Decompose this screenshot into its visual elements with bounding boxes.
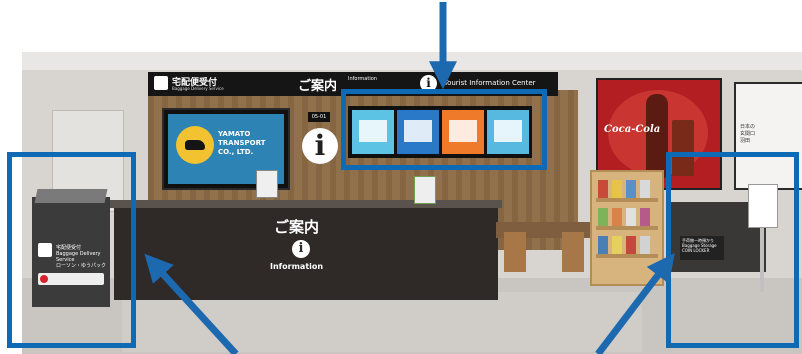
- bottle-icon: [646, 94, 668, 178]
- brochure: [612, 208, 622, 226]
- right-lightbox-text: 日本の 玄関口 羽田: [740, 124, 756, 144]
- yamato-text: YAMATO TRANSPORT CO., LTD.: [218, 130, 266, 156]
- counter-subtitle: Information: [270, 262, 324, 271]
- highlight-right-counter: [666, 152, 799, 348]
- shelf-row: [596, 254, 658, 258]
- shelf-row: [596, 226, 658, 230]
- brochure: [626, 236, 636, 254]
- counter-information-icon: i: [292, 240, 310, 258]
- brochure: [640, 208, 650, 226]
- desk-monitor: [256, 170, 278, 198]
- shelf-row: [596, 198, 658, 202]
- floor-reflection: [122, 292, 642, 352]
- brochure: [598, 208, 608, 226]
- brochure-shelf: [590, 170, 664, 286]
- brochure: [626, 208, 636, 226]
- brochure: [640, 180, 650, 198]
- chair: [562, 232, 584, 272]
- counter-top: [110, 200, 502, 208]
- brochure: [626, 180, 636, 198]
- brochure: [598, 236, 608, 254]
- large-information-icon: i: [302, 128, 338, 164]
- brochure: [640, 236, 650, 254]
- highlight-digital-screens: [341, 89, 547, 170]
- brochure: [612, 180, 622, 198]
- chair: [504, 232, 526, 272]
- cat-logo-icon: [176, 126, 214, 164]
- counter-number-sign: 05-01: [308, 112, 330, 122]
- parcel-icon: [154, 76, 168, 90]
- brochure: [598, 180, 608, 198]
- main-counter: ご案内 i Information: [110, 200, 502, 300]
- highlight-left-counter: [7, 152, 136, 348]
- tourist-info-label: Tourist Information Center: [444, 79, 536, 87]
- desk-sign: [414, 176, 436, 204]
- brochure: [612, 236, 622, 254]
- promo-brand: Coca-Cola: [604, 124, 661, 135]
- guide-en-label: Information: [348, 76, 377, 82]
- guide-label: ご案内: [298, 79, 338, 94]
- ceiling: [22, 52, 802, 70]
- baggage-sub-label: Baggage Delivery Service: [172, 86, 224, 91]
- counter-title: ご案内: [274, 218, 320, 236]
